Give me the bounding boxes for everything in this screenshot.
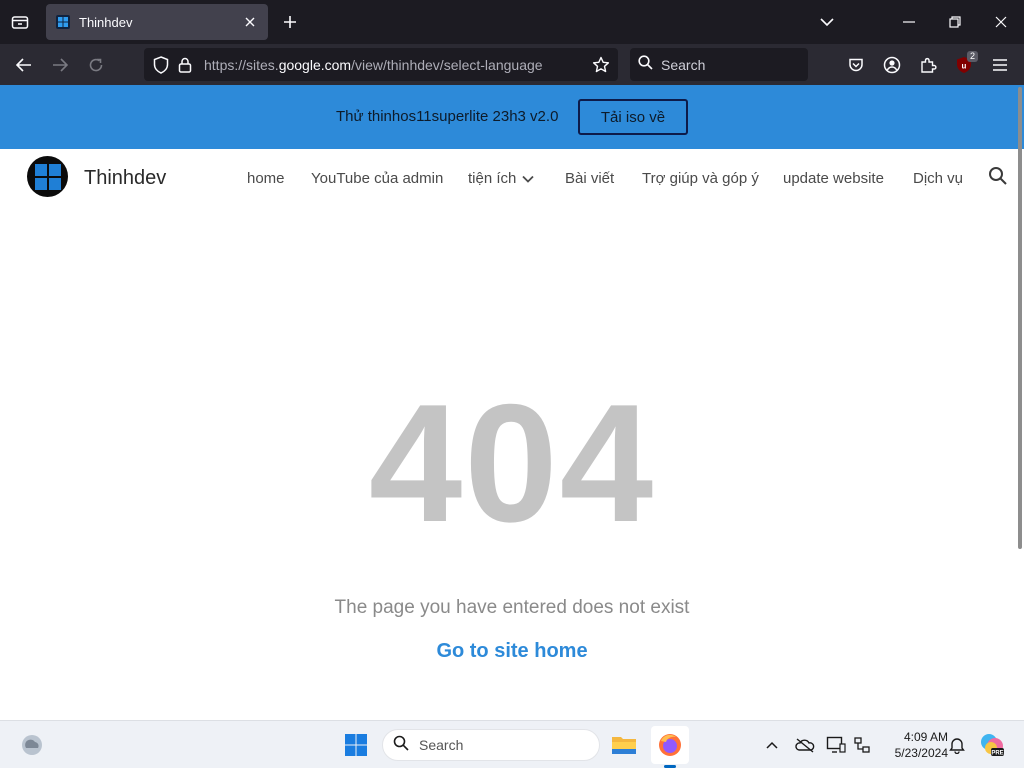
tab-list-icon[interactable] xyxy=(6,8,34,36)
weather-widget-icon[interactable] xyxy=(16,729,48,761)
taskbar-search-box[interactable]: Search xyxy=(382,729,600,761)
url-host: google.com xyxy=(278,56,352,73)
start-windows-icon[interactable] xyxy=(340,729,372,761)
network-icon[interactable] xyxy=(850,733,874,757)
reload-icon[interactable] xyxy=(81,50,111,80)
lock-icon[interactable] xyxy=(174,54,196,76)
bookmark-star-icon[interactable] xyxy=(590,54,612,76)
close-window-icon[interactable] xyxy=(986,8,1016,36)
download-iso-button[interactable]: Tải iso về xyxy=(578,99,688,135)
error-message: The page you have entered does not exist xyxy=(334,597,690,618)
browser-tab-active[interactable]: Thinhdev xyxy=(46,4,268,40)
nav-item-tien-ich-label: tiện ích xyxy=(468,170,517,187)
url-text[interactable]: https://sites.google.com/view/thinhdev/s… xyxy=(204,57,584,73)
tab-close-icon[interactable] xyxy=(242,14,258,30)
list-all-tabs-chevron-icon[interactable] xyxy=(812,8,842,36)
notification-bell-icon[interactable] xyxy=(945,733,969,757)
restore-icon[interactable] xyxy=(940,8,970,36)
firefox-icon[interactable] xyxy=(654,729,686,761)
svg-text:u: u xyxy=(962,62,967,71)
extensions-puzzle-icon[interactable] xyxy=(913,50,943,80)
new-tab-icon[interactable] xyxy=(278,10,302,34)
error-code: 404 xyxy=(368,369,656,557)
tab-title: Thinhdev xyxy=(79,14,133,30)
extension-badge-count: 2 xyxy=(966,51,978,62)
browser-search-box[interactable]: Search xyxy=(630,48,808,81)
taskbar-search-placeholder: Search xyxy=(419,737,464,753)
url-path: /view/thinhdev/select-language xyxy=(351,56,543,73)
browser-nav-bar: https://sites.google.com/view/thinhdev/s… xyxy=(0,44,1024,85)
banner-text: Thử thinhos11superlite 23h3 v2.0 xyxy=(336,108,559,125)
search-icon xyxy=(638,54,653,75)
search-icon xyxy=(393,735,409,756)
site-title[interactable]: Thinhdev xyxy=(84,167,166,190)
display-icon[interactable] xyxy=(824,733,848,757)
pocket-icon[interactable] xyxy=(841,50,871,80)
search-placeholder: Search xyxy=(661,56,706,73)
ublock-origin-icon[interactable]: u 2 xyxy=(949,50,979,80)
chevron-down-icon xyxy=(522,175,535,183)
url-prefix: https://sites. xyxy=(204,56,279,73)
page-scrollbar[interactable] xyxy=(1018,87,1022,549)
nav-item-dich-vu[interactable]: Dịch vụ xyxy=(913,170,963,187)
nav-item-tro-giup[interactable]: Trợ giúp và góp ý xyxy=(642,170,759,187)
address-bar[interactable]: https://sites.google.com/view/thinhdev/s… xyxy=(144,48,618,81)
web-page: Thử thinhos11superlite 23h3 v2.0 Tải iso… xyxy=(0,85,1024,720)
minimize-icon[interactable] xyxy=(894,8,924,36)
clock-time: 4:09 AM xyxy=(903,730,948,744)
clock-date: 5/23/2024 xyxy=(894,746,948,760)
show-hidden-icons-chevron-icon[interactable] xyxy=(760,733,784,757)
svg-text:PRE: PRE xyxy=(991,751,1003,757)
onedrive-offline-icon[interactable] xyxy=(793,733,817,757)
copilot-icon[interactable]: PRE xyxy=(978,731,1006,759)
nav-item-youtube[interactable]: YouTube của admin xyxy=(311,170,443,187)
nav-item-home[interactable]: home xyxy=(247,170,285,187)
site-search-icon[interactable] xyxy=(988,166,1010,188)
site-logo[interactable] xyxy=(27,156,68,197)
taskbar-clock[interactable]: 4:09 AM 5/23/2024 xyxy=(878,729,948,761)
nav-item-tien-ich[interactable]: tiện ích xyxy=(468,170,535,187)
hamburger-menu-icon[interactable] xyxy=(985,50,1015,80)
forward-arrow-icon[interactable] xyxy=(45,50,75,80)
go-home-link[interactable]: Go to site home xyxy=(0,640,1024,663)
nav-item-bai-viet[interactable]: Bài viết xyxy=(565,170,614,187)
back-arrow-icon[interactable] xyxy=(9,50,39,80)
windows-logo-icon xyxy=(56,15,70,29)
browser-tab-bar: Thinhdev xyxy=(0,0,1024,44)
account-icon[interactable] xyxy=(877,50,907,80)
nav-item-update-website[interactable]: update website xyxy=(783,170,884,187)
announcement-banner: Thử thinhos11superlite 23h3 v2.0 Tải iso… xyxy=(0,85,1024,149)
shield-icon[interactable] xyxy=(150,54,172,76)
file-explorer-icon[interactable] xyxy=(608,729,640,761)
site-header: Thinhdev home YouTube của admin tiện ích… xyxy=(0,149,1024,211)
windows-taskbar: Search 4:09 AM 5/23/2024 PRE xyxy=(0,720,1024,768)
